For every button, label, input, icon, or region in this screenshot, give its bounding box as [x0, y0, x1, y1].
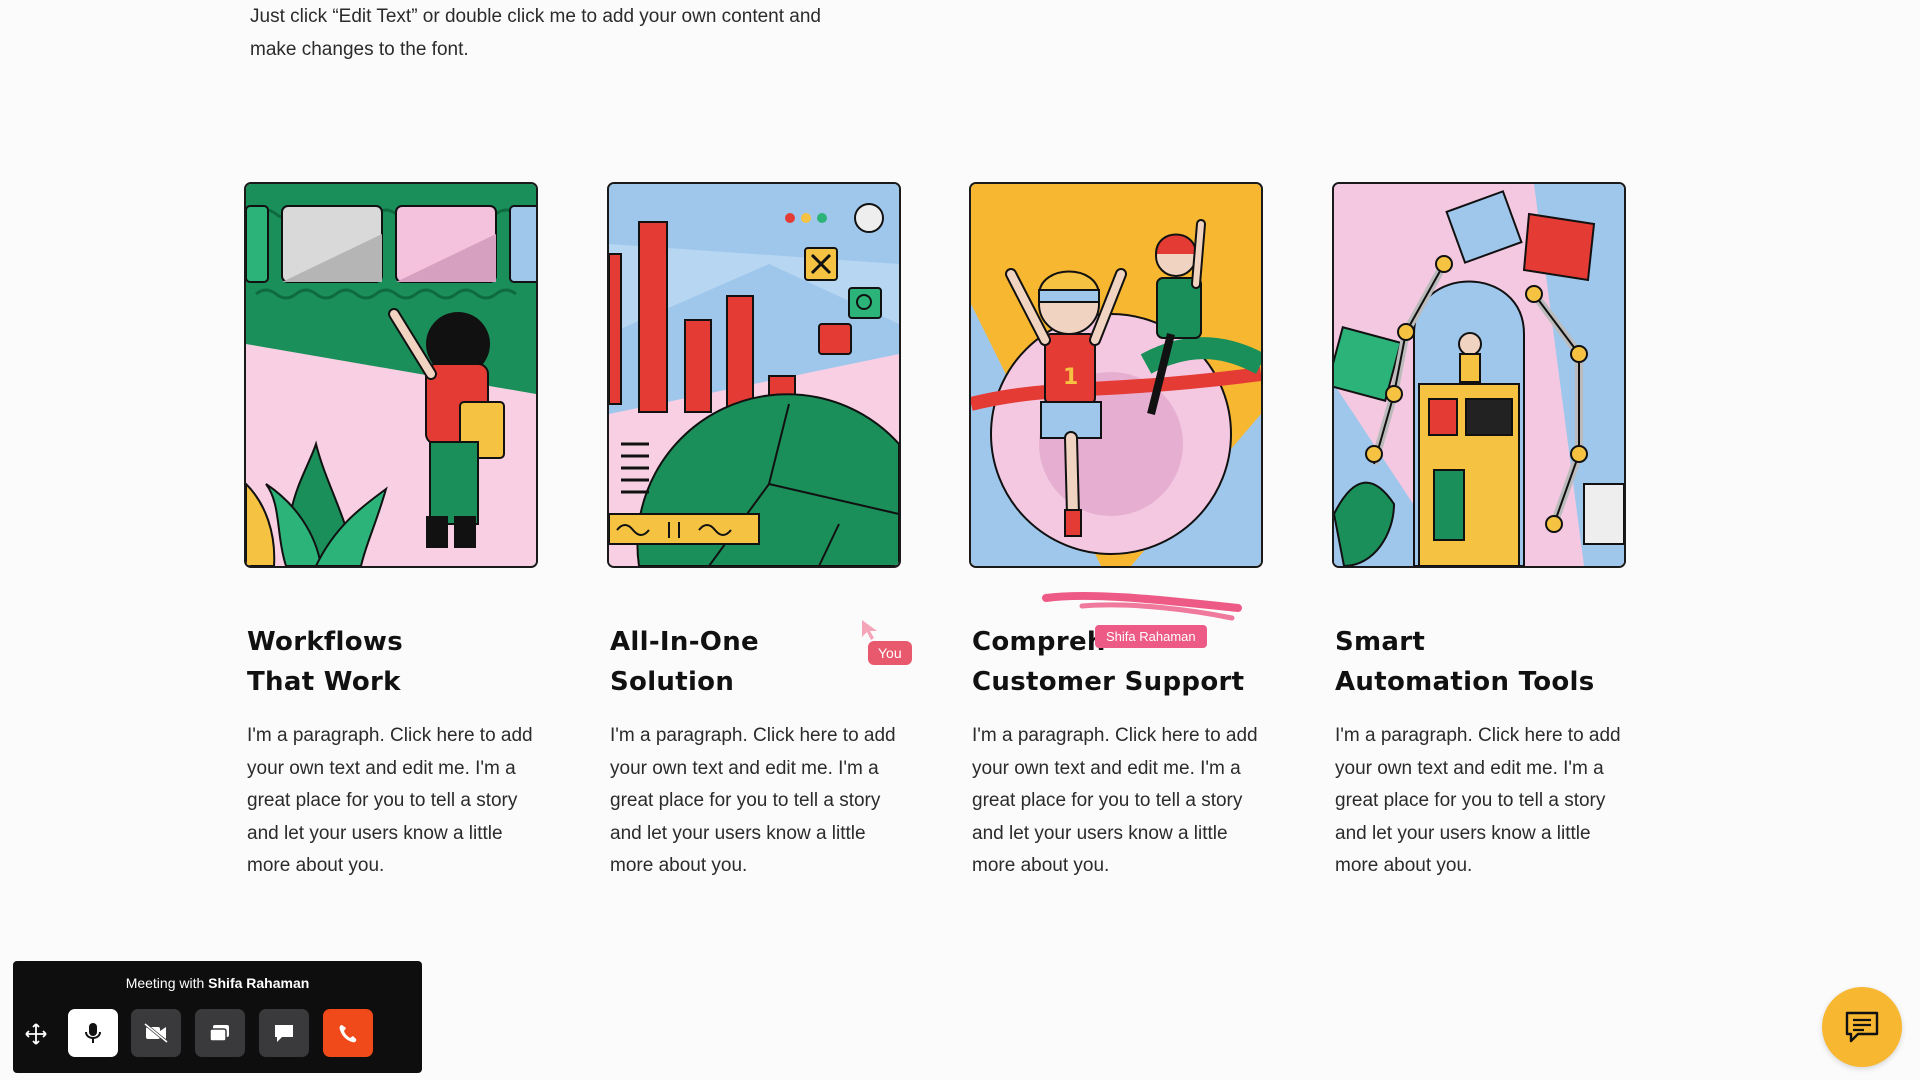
card-title: All-In-One Solution	[610, 622, 900, 702]
chat-bubble-icon	[275, 1025, 293, 1042]
camera-off-icon	[144, 1022, 168, 1044]
workflow-illustration	[244, 182, 538, 568]
support-illustration: 1	[969, 182, 1263, 568]
svg-text:1: 1	[1063, 365, 1078, 390]
screen-share-button[interactable]	[195, 1009, 245, 1057]
card-title: Smart Automation Tools	[1335, 622, 1625, 702]
card-paragraph: I'm a paragraph. Click here to add your …	[610, 725, 896, 876]
card-title-line-2: Customer Support	[972, 667, 1245, 697]
card-title-line-2: Automation Tools	[1335, 667, 1595, 697]
meeting-title: Meeting with Shifa Rahaman	[13, 975, 422, 991]
chat-launcher-button[interactable]	[1822, 987, 1902, 1067]
card-title-line-1: Smart	[1335, 627, 1426, 657]
automation-illustration	[1332, 182, 1626, 568]
card-title-line-1: All-In-One	[610, 627, 759, 657]
card-title-line-1: Workflows	[247, 627, 404, 657]
intro-line-1: Just click “Edit Text” or double click m…	[250, 6, 821, 27]
feature-card-workflows: Workflows That Work I'm a paragraph. Cli…	[244, 182, 538, 876]
microphone-icon	[85, 1023, 101, 1043]
message-icon	[1845, 1011, 1879, 1043]
card-title-line-2: That Work	[247, 667, 401, 697]
intro-line-2: make changes to the font.	[250, 39, 469, 60]
feature-card-customer-support: 1 Compreh Customer Support I'm a paragra…	[969, 182, 1263, 876]
meeting-bar: Meeting with Shifa Rahaman	[13, 961, 422, 1073]
card-title: Workflows That Work	[247, 622, 537, 702]
move-icon[interactable]	[25, 1023, 47, 1050]
camera-toggle-button[interactable]	[131, 1009, 181, 1057]
end-call-button[interactable]	[323, 1009, 373, 1057]
chat-button[interactable]	[259, 1009, 309, 1057]
card-title-line-2: Solution	[610, 667, 735, 697]
analytics-illustration	[607, 182, 901, 568]
cursor-label-collaborator: Shifa Rahaman	[1095, 625, 1207, 648]
intro-text: Just click “Edit Text” or double click m…	[250, 0, 910, 66]
card-paragraph: I'm a paragraph. Click here to add your …	[1335, 725, 1621, 876]
end-call-icon	[339, 1025, 357, 1043]
feature-card-all-in-one: All-In-One Solution I'm a paragraph. Cli…	[607, 182, 901, 876]
card-paragraph: I'm a paragraph. Click here to add your …	[972, 725, 1258, 876]
feature-card-automation: Smart Automation Tools I'm a paragraph. …	[1332, 182, 1626, 876]
meeting-title-prefix: Meeting with	[125, 975, 209, 991]
card-paragraph: I'm a paragraph. Click here to add your …	[247, 725, 533, 876]
cursor-label-you: You	[868, 641, 912, 665]
meeting-participant-name: Shifa Rahaman	[208, 975, 310, 991]
screen-share-icon	[209, 1025, 229, 1042]
microphone-button[interactable]	[68, 1009, 118, 1057]
